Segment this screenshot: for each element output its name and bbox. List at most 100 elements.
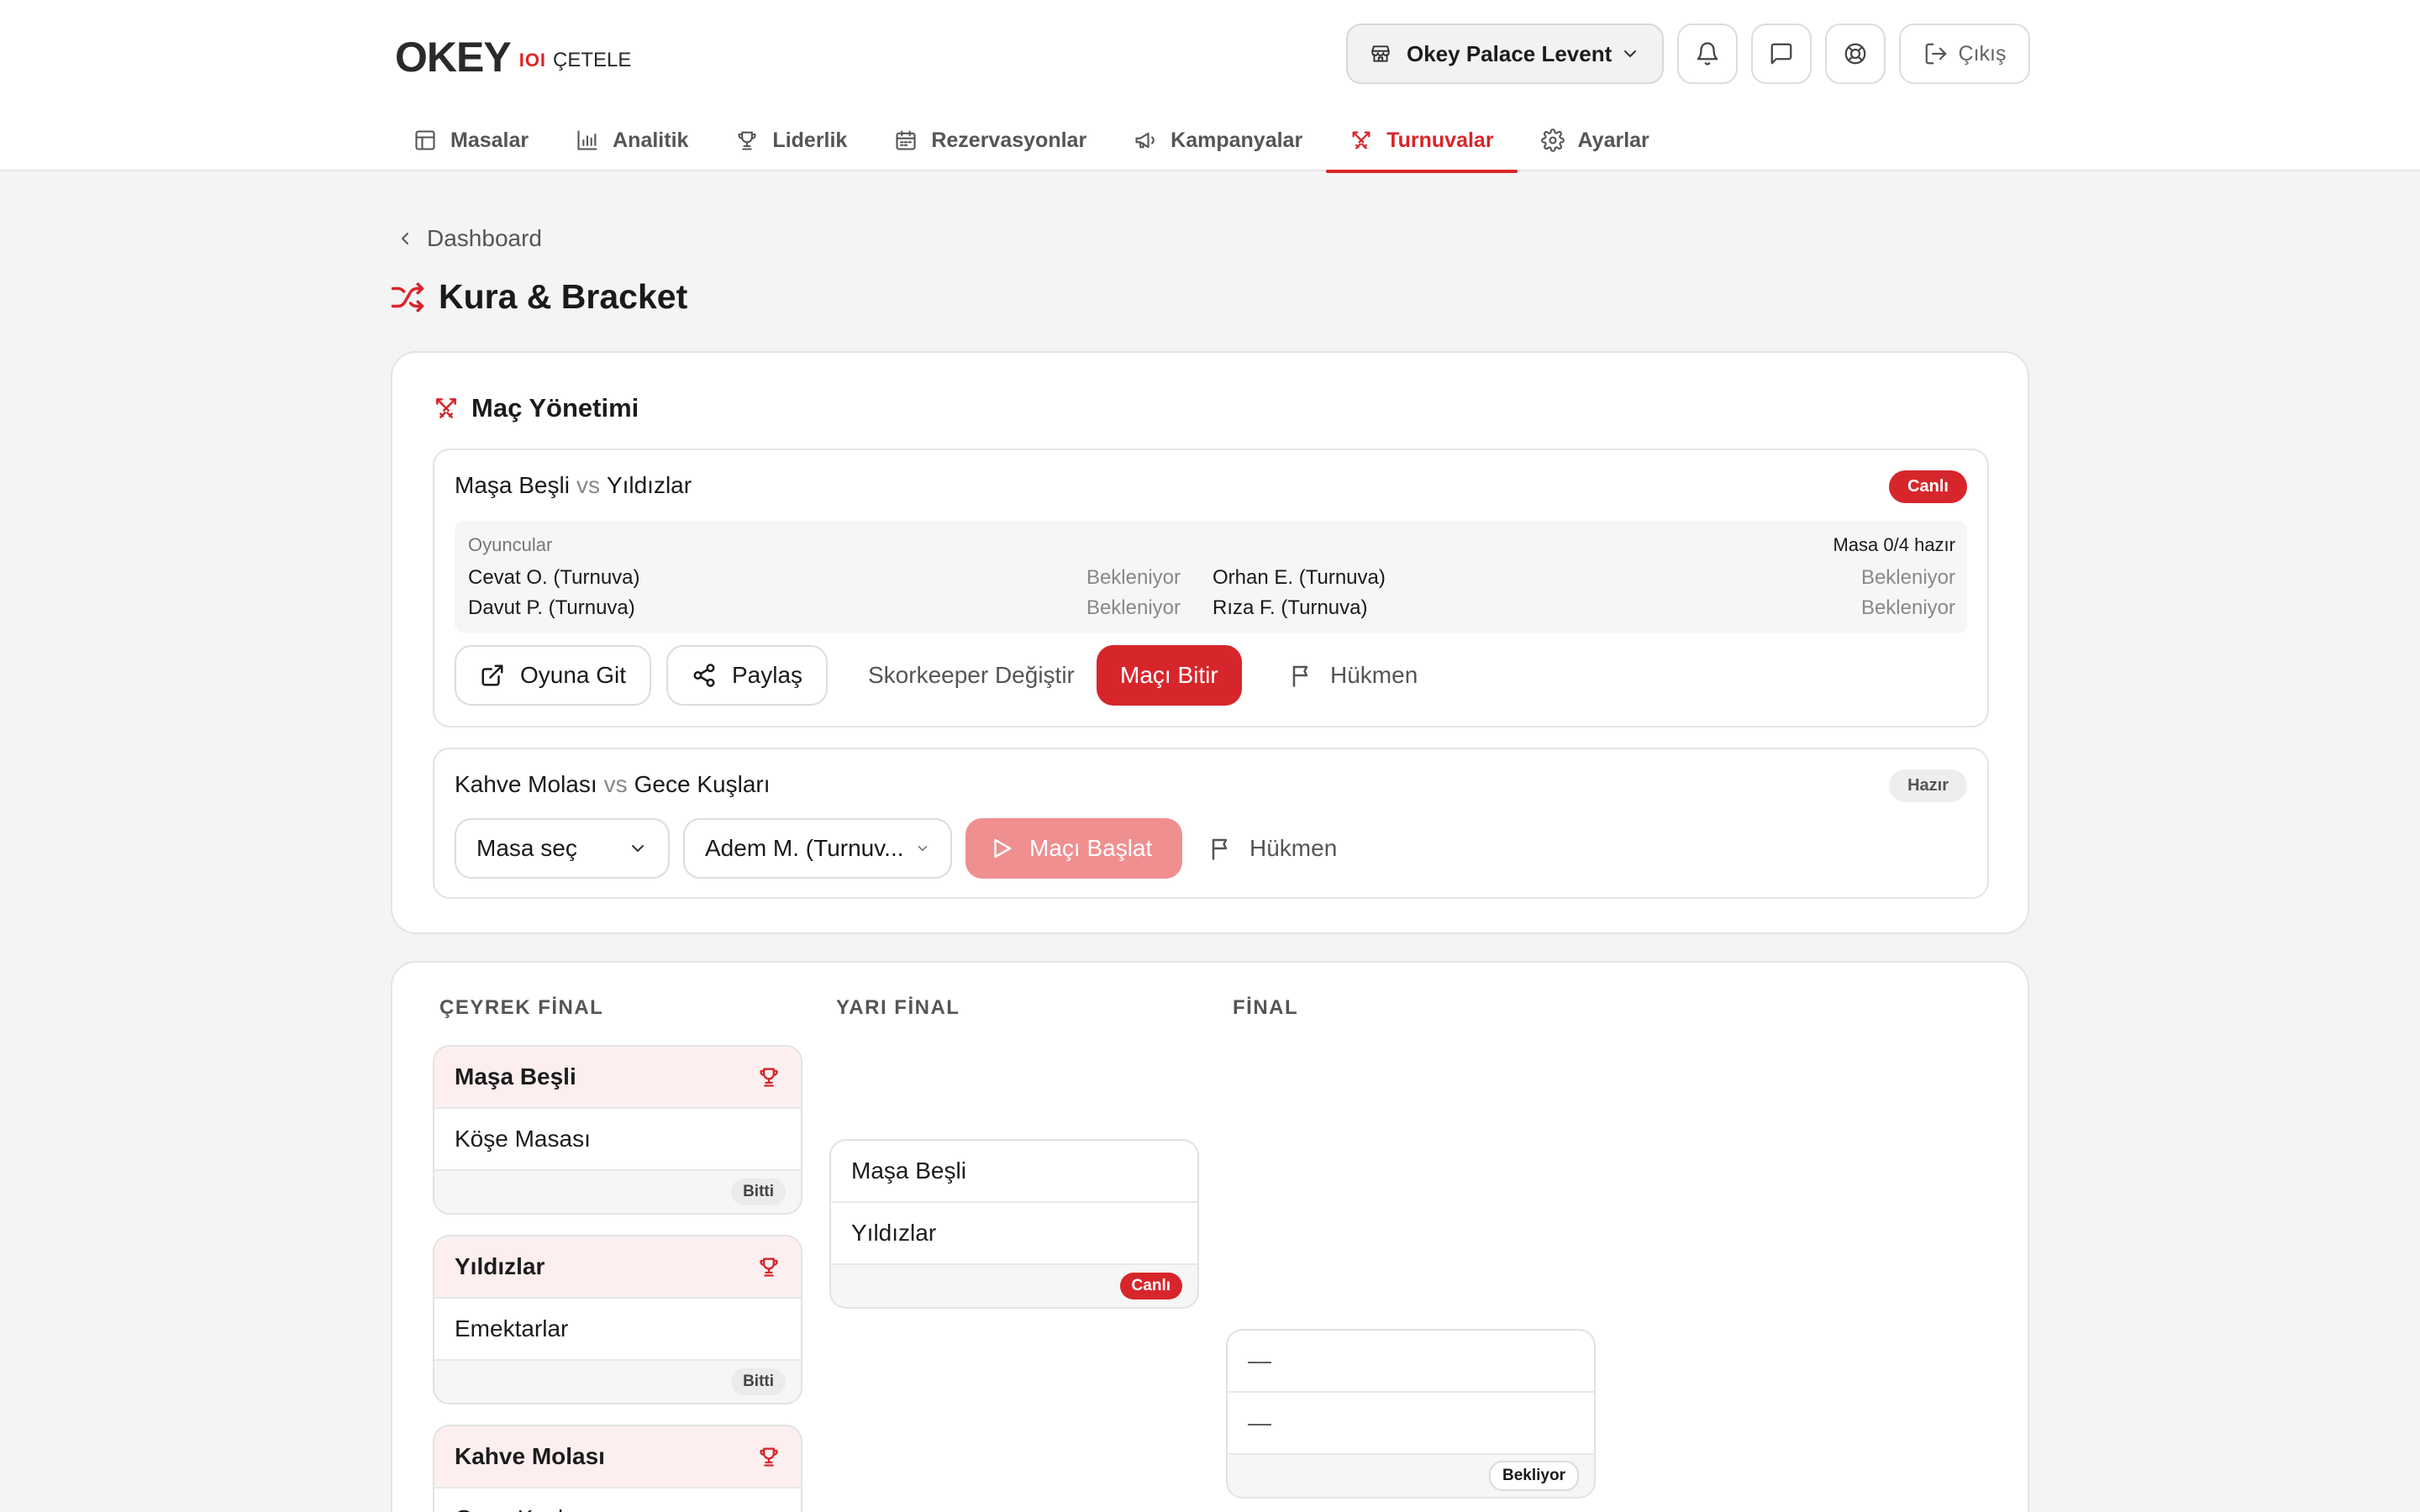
venue-selector[interactable]: Okey Palace Levent — [1346, 24, 1664, 84]
nav-label: Masalar — [450, 128, 529, 152]
nav-item-rezervasyonlar[interactable]: Rezervasyonlar — [871, 109, 1110, 171]
app-logo[interactable]: OKEY IOI ÇETELE — [395, 30, 631, 84]
breadcrumb-label: Dashboard — [427, 225, 542, 251]
bracket-match[interactable]: Maşa Beşli Yıldızlar Canlı — [829, 1139, 1199, 1309]
team-b-name: Yıldızlar — [606, 472, 692, 498]
lifebuoy-icon — [1843, 41, 1868, 66]
status-badge: Bekliyor — [1489, 1461, 1579, 1491]
button-label: Oyuna Git — [520, 662, 627, 688]
bracket-team: — — [1228, 1393, 1594, 1455]
button-label: Paylaş — [732, 662, 803, 688]
bracket-footer: Bitti — [434, 1361, 801, 1403]
section-title: Maç Yönetimi — [433, 393, 639, 423]
swords-icon — [1349, 129, 1373, 152]
external-link-icon — [480, 663, 505, 688]
status-badge: Hazır — [1889, 769, 1967, 802]
chevron-down-icon — [915, 841, 930, 856]
team-name: — — [1248, 1410, 1271, 1436]
bracket-footer: Bitti — [434, 1171, 801, 1213]
player-select[interactable]: Adem M. (Turnuv... — [683, 818, 952, 879]
team-name: Gece Kuşları — [455, 1505, 591, 1512]
main-nav: Masalar Analitik Liderlik Rezervasyonlar… — [395, 109, 1673, 173]
nav-item-masalar[interactable]: Masalar — [395, 109, 552, 171]
trophy-icon — [757, 1255, 781, 1278]
share-button[interactable]: Paylaş — [666, 645, 829, 706]
flag-icon — [1209, 836, 1234, 861]
bracket-match[interactable]: — — Bekliyor — [1226, 1329, 1596, 1499]
bracket-team: Yıldızlar — [831, 1203, 1197, 1265]
nav-item-liderlik[interactable]: Liderlik — [712, 109, 871, 171]
start-match-button[interactable]: Maçı Başlat — [965, 818, 1182, 879]
team-name: Köşe Masası — [455, 1126, 591, 1152]
players-label: Oyuncular — [468, 534, 553, 555]
end-match-button[interactable]: Maçı Bitir — [1097, 645, 1242, 706]
status-badge: Canlı — [1119, 1273, 1182, 1299]
nav-label: Analitik — [613, 128, 689, 152]
bracket-match[interactable]: Maşa Beşli Köşe Masası Bitti — [433, 1045, 802, 1215]
team-a-name: Kahve Molası — [455, 771, 597, 797]
round-title-final: FİNAL — [1233, 996, 1299, 1019]
nav-label: Turnuvalar — [1386, 128, 1494, 152]
team-b-name: Gece Kuşları — [634, 771, 771, 797]
bracket-team: Emektarlar — [434, 1299, 801, 1361]
change-scorekeeper-button[interactable]: Skorkeeper Değiştir — [844, 645, 1098, 706]
button-label: Maçı Bitir — [1120, 662, 1218, 688]
nav-label: Kampanyalar — [1171, 128, 1303, 152]
bracket-footer: Canlı — [831, 1265, 1197, 1307]
bracket-team: Gece Kuşları — [434, 1488, 801, 1512]
go-to-game-button[interactable]: Oyuna Git — [455, 645, 652, 706]
nav-item-kampanyalar[interactable]: Kampanyalar — [1110, 109, 1326, 171]
team-name: Emektarlar — [455, 1315, 569, 1341]
section-title-text: Maç Yönetimi — [471, 393, 639, 423]
table-ready-count: Masa 0/4 hazır — [1833, 534, 1955, 555]
nav-item-analitik[interactable]: Analitik — [552, 109, 712, 171]
nav-item-turnuvalar[interactable]: Turnuvalar — [1326, 109, 1518, 173]
table-icon — [413, 129, 437, 152]
notifications-button[interactable] — [1677, 24, 1738, 84]
forfeit-button[interactable]: Hükmen — [1266, 645, 1441, 706]
logo-wordmark: OKEY — [395, 34, 512, 81]
player-name: Cevat O. (Turnuva) — [468, 566, 640, 589]
trophy-icon — [735, 129, 759, 152]
player-status: Bekleniyor — [1860, 566, 1955, 589]
logo-subtitle: IOI ÇETELE — [519, 49, 632, 72]
status-badge: Bitti — [731, 1179, 786, 1205]
shuffle-icon — [390, 280, 425, 315]
team-name: Maşa Beşli — [851, 1158, 966, 1184]
flag-icon — [1290, 663, 1315, 688]
chevron-down-icon — [1620, 44, 1640, 64]
status-badge: Canlı — [1889, 470, 1967, 503]
select-value: Adem M. (Turnuv... — [705, 835, 904, 861]
megaphone-icon — [1134, 129, 1157, 152]
round-title-quarter: ÇEYREK FİNAL — [439, 996, 604, 1019]
page-title: Kura & Bracket — [390, 277, 687, 317]
player-name: Rıza F. (Turnuva) — [1213, 596, 1368, 619]
logout-button[interactable]: Çıkış — [1899, 24, 2030, 84]
bracket-match[interactable]: Yıldızlar Emektarlar Bitti — [433, 1235, 802, 1404]
player-status: Bekleniyor — [1086, 566, 1181, 589]
bracket-match[interactable]: Kahve Molası Gece Kuşları — [433, 1425, 802, 1512]
team-name: — — [1248, 1347, 1271, 1373]
match-card-ready: Kahve Molası vs Gece Kuşları Hazır Masa se… — [433, 748, 1989, 899]
table-select[interactable]: Masa seç — [455, 818, 670, 879]
forfeit-button[interactable]: Hükmen — [1186, 818, 1360, 879]
nav-label: Liderlik — [772, 128, 848, 152]
messages-button[interactable] — [1751, 24, 1812, 84]
match-title: Kahve Molası vs Gece Kuşları — [455, 771, 771, 798]
bracket-team: Köşe Masası — [434, 1109, 801, 1171]
bracket-footer: Bekliyor — [1228, 1455, 1594, 1497]
nav-item-ayarlar[interactable]: Ayarlar — [1518, 109, 1673, 171]
bracket-team-winner: Kahve Molası — [434, 1426, 801, 1488]
page-title-text: Kura & Bracket — [439, 277, 688, 316]
logo-tiles: IOI — [518, 50, 547, 71]
nav-label: Ayarlar — [1577, 128, 1649, 152]
button-label: Skorkeeper Değiştir — [868, 662, 1075, 688]
player-status: Bekleniyor — [1086, 596, 1181, 619]
support-button[interactable] — [1825, 24, 1886, 84]
chevron-down-icon — [628, 838, 648, 858]
bracket-team: Maşa Beşli — [831, 1141, 1197, 1203]
breadcrumb[interactable]: Dashboard — [395, 225, 542, 252]
player-name: Orhan E. (Turnuva) — [1213, 566, 1386, 589]
nav-label: Rezervasyonlar — [931, 128, 1087, 152]
match-management-card: Maç Yönetimi Maşa Beşli vs Yıldızlar Canlı… — [391, 351, 2029, 934]
